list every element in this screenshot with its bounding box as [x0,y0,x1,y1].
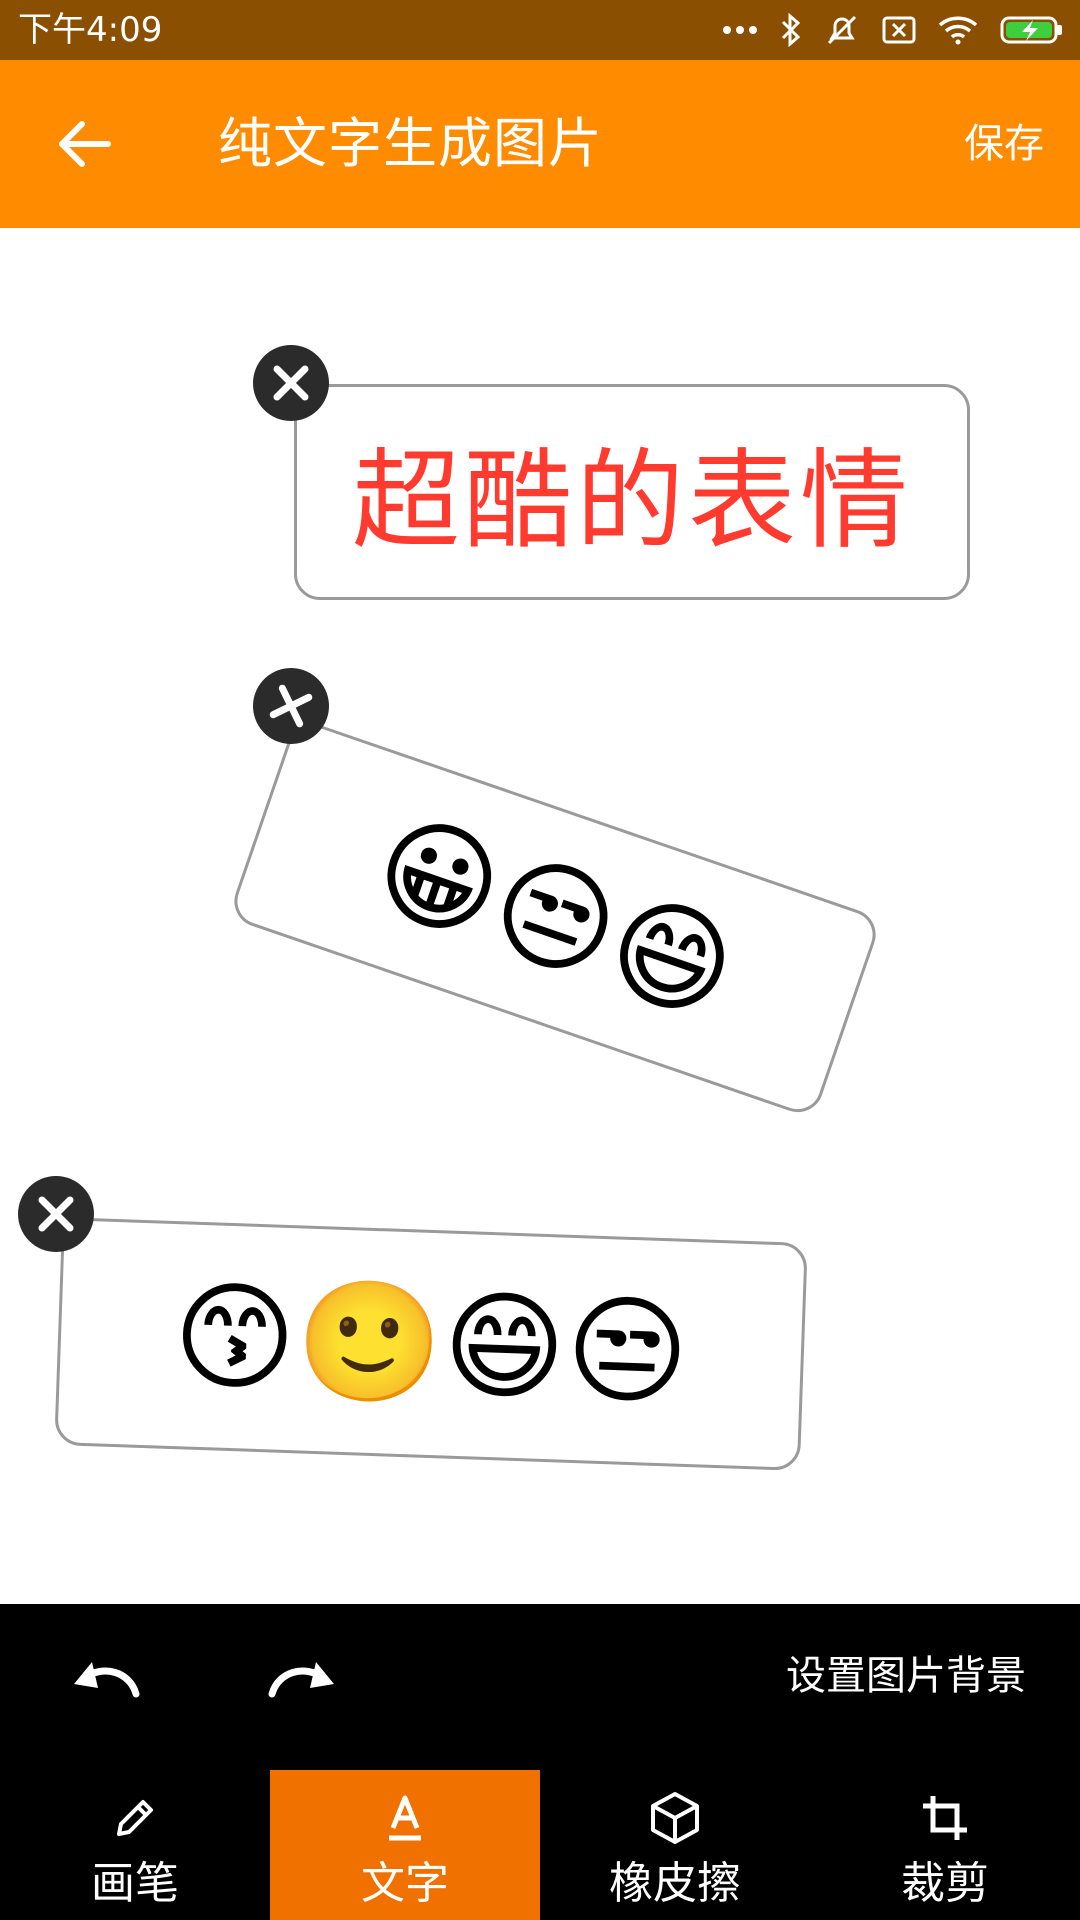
app-bar: 纯文字生成图片 保存 [0,60,1080,228]
save-button[interactable]: 保存 [964,116,1044,172]
eraser-cube-icon [651,1792,699,1844]
emoji-sticker[interactable]: 😙🙂😄😒 [54,1217,808,1471]
tab-label: 文字 [361,1858,449,1909]
status-time: 下午4:09 [18,10,163,50]
emoji-row: 😙🙂😄😒 [57,1220,804,1468]
emoji-text: 😙🙂😄😒 [170,1265,692,1422]
tab-eraser[interactable]: 橡皮擦 [540,1770,810,1920]
tab-crop[interactable]: 裁剪 [810,1770,1080,1920]
delete-sticker-button[interactable] [253,345,329,421]
tab-label: 橡皮擦 [609,1858,741,1909]
sticker-text: 超酷的表情 [351,439,912,564]
tab-label: 画笔 [91,1858,179,1909]
delete-sticker-button[interactable] [18,1176,94,1252]
wifi-icon [938,16,978,45]
text-sticker[interactable]: 超酷的表情 [294,384,970,600]
page-title: 纯文字生成图片 [218,112,603,175]
text-a-icon [389,1795,421,1841]
redo-button[interactable] [262,1648,338,1704]
pencil-icon [117,1800,153,1836]
status-bar: 下午4:09 [0,0,1080,60]
redo-icon [268,1662,334,1698]
tab-text[interactable]: 文字 [270,1770,540,1920]
tool-tabs: 画笔 文字 橡皮擦 裁剪 [0,1770,1080,1920]
sticker-text-content: 超酷的表情 [297,387,967,597]
back-arrow-icon [59,121,111,167]
undo-icon [74,1662,140,1698]
bluetooth-icon [781,13,801,47]
back-button[interactable] [52,112,116,176]
tab-label: 裁剪 [901,1858,989,1909]
status-icons [722,10,1064,50]
undo-button[interactable] [70,1648,146,1704]
emoji-sticker[interactable]: 😀😒😄 [227,716,883,1120]
battery-charging-icon [1000,16,1062,44]
close-icon [38,1196,74,1232]
emoji-text: 😀😒😄 [358,792,752,1044]
set-background-button[interactable]: 设置图片背景 [786,1648,1026,1704]
more-dots-icon [723,26,757,34]
emoji-row: 😀😒😄 [231,721,879,1116]
sim-off-icon [882,16,916,44]
crop-icon [923,1796,967,1840]
close-icon [273,365,309,401]
tab-pencil[interactable]: 画笔 [0,1770,270,1920]
mute-icon [827,15,857,45]
